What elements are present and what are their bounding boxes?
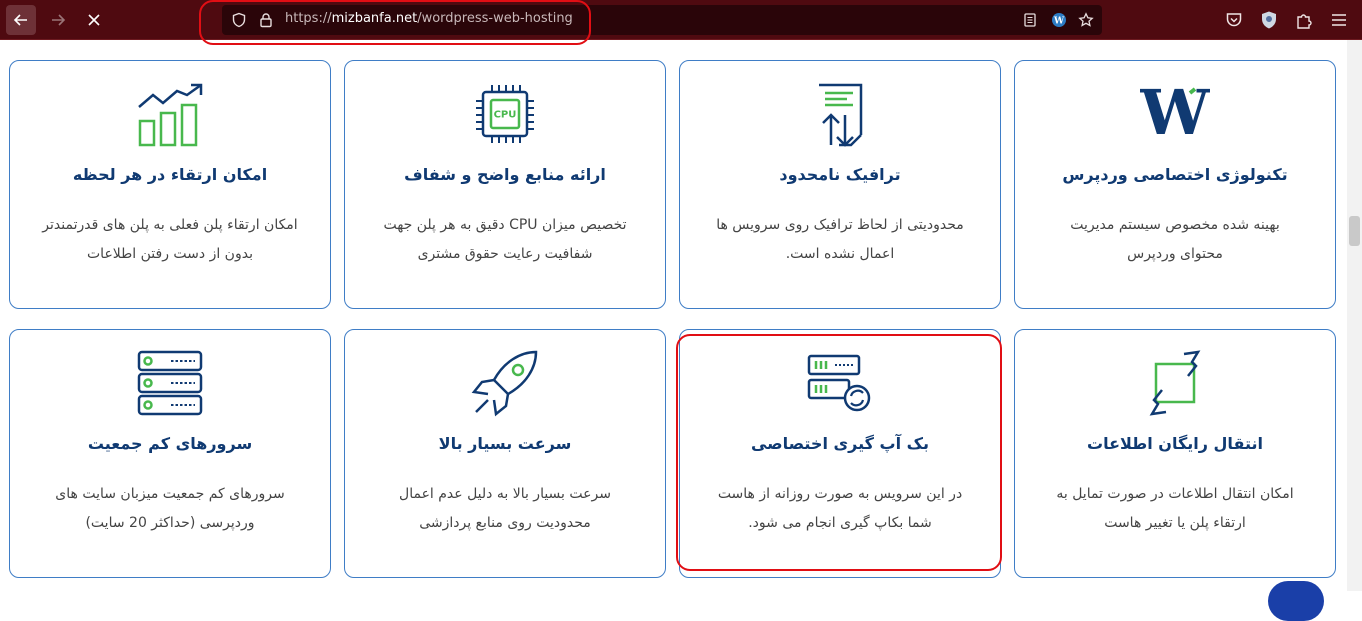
card-title: سرورهای کم جمعیت: [87, 434, 253, 453]
cpu-icon: CPU: [476, 85, 534, 143]
card-desc-line: تخصیص میزان CPU دقیق به هر پلن جهت: [383, 217, 627, 233]
bookmark-star-icon[interactable]: [1078, 12, 1094, 28]
back-button[interactable]: [6, 5, 36, 35]
card-description: سرعت بسیار بالا به دلیل عدم اعمال محدودیت…: [359, 480, 651, 538]
card-description: امکان انتقال اطلاعات در صورت تمایل به ارت…: [1029, 480, 1321, 538]
card-title: انتقال رایگان اطلاعات: [1087, 434, 1263, 453]
card-desc-line: محدودیت روی منابع پردازشی: [419, 515, 591, 531]
card-title: بک آپ گیری اختصاصی: [750, 434, 930, 453]
card-desc-line: در این سرویس به صورت روزانه از هاست: [717, 486, 963, 502]
rocket-icon: [471, 350, 538, 417]
reader-view-icon[interactable]: [1022, 12, 1038, 28]
feature-card-speed: سرعت بسیار بالا سرعت بسیار بالا به دلیل …: [344, 329, 666, 578]
backup-server-icon: [807, 354, 871, 412]
card-title: تکنولوژی اختصاصی وردپرس: [1062, 165, 1288, 184]
wordpress-extension-icon[interactable]: W: [1051, 12, 1067, 28]
card-description: محدودیتی از لحاظ ترافیک روی سرویس ها اعما…: [694, 211, 986, 269]
card-desc-line: امکان ارتقاء پلن فعلی به پلن های قدرتمند…: [42, 217, 298, 233]
url-host: mizbanfa.net: [331, 11, 418, 26]
shield-icon[interactable]: [231, 12, 247, 28]
cpu-label: CPU: [494, 110, 517, 121]
menu-icon[interactable]: [1330, 11, 1348, 29]
card-desc-line: ارتقاء پلن یا تغییر هاست: [1104, 515, 1246, 531]
feature-card-wordpress: W تکنولوژی اختصاصی وردپرس بهینه شده مخصو…: [1014, 60, 1336, 309]
arrow-right-icon: [52, 14, 66, 26]
card-description: تخصیص میزان CPU دقیق به هر پلن جهت شفافیت…: [359, 211, 651, 269]
card-description: سرورهای کم جمعیت میزبان سایت های وردپرسی …: [24, 480, 316, 538]
card-desc-line: بهینه شده مخصوص سیستم مدیریت: [1070, 217, 1280, 233]
card-title: سرعت بسیار بالا: [438, 434, 572, 453]
card-desc-line: شما بکاپ گیری انجام می شود.: [748, 515, 932, 531]
forward-button[interactable]: [43, 5, 73, 35]
card-description: در این سرویس به صورت روزانه از هاست شما ب…: [694, 480, 986, 538]
card-desc-line: وردپرسی (حداکثر 20 سایت): [85, 515, 255, 531]
card-desc-line: شفافیت رعایت حقوق مشتری: [417, 246, 593, 262]
feature-card-backup: بک آپ گیری اختصاصی در این سرویس به صورت …: [679, 329, 1001, 578]
close-icon: [88, 14, 100, 26]
privacy-badger-icon[interactable]: [1260, 10, 1278, 30]
feature-card-servers: سرورهای کم جمعیت سرورهای کم جمعیت میزبان…: [9, 329, 331, 578]
svg-text:W: W: [1140, 79, 1210, 149]
card-desc-line: سرورهای کم جمعیت میزبان سایت های: [55, 486, 285, 502]
card-description: بهینه شده مخصوص سیستم مدیریت محتوای وردپر…: [1029, 211, 1321, 269]
extensions-puzzle-icon[interactable]: [1295, 10, 1313, 30]
wordpress-icon: W: [1140, 79, 1210, 149]
svg-text:W: W: [1053, 17, 1065, 27]
card-desc-line: بدون از دست رفتن اطلاعات: [87, 246, 253, 262]
card-desc-line: محدودیتی از لحاظ ترافیک روی سرویس ها: [716, 217, 964, 233]
card-title: ارائه منابع واضح و شفاف: [404, 165, 606, 184]
url-scheme: https://: [285, 11, 332, 26]
browser-toolbar: https://mizbanfa.net/wordpress-web-hosti…: [0, 0, 1362, 40]
page-scrollbar[interactable]: [1347, 40, 1362, 591]
card-desc-line: اعمال نشده است.: [785, 246, 895, 262]
scrollbar-thumb[interactable]: [1349, 216, 1360, 246]
feature-card-transfer: انتقال رایگان اطلاعات امکان انتقال اطلاع…: [1014, 329, 1336, 578]
feature-card-traffic: ترافیک نامحدود محدودیتی از لحاظ ترافیک ر…: [679, 60, 1001, 309]
stop-button[interactable]: [79, 5, 109, 35]
feature-card-cpu: CPU ارائه منابع واضح و شفاف تخصیص میزان …: [344, 60, 666, 309]
url-text[interactable]: https://mizbanfa.net/wordpress-web-hosti…: [285, 11, 573, 26]
card-description: امکان ارتقاء پلن فعلی به پلن های قدرتمند…: [24, 211, 316, 269]
chat-widget-button[interactable]: [1268, 581, 1324, 621]
traffic-icon: [819, 83, 863, 147]
pocket-icon[interactable]: [1225, 11, 1243, 29]
arrow-left-icon: [13, 14, 27, 26]
server-stack-icon: [137, 350, 203, 416]
card-title: ترافیک نامحدود: [779, 165, 901, 184]
transfer-icon: [1149, 350, 1201, 416]
card-desc-line: سرعت بسیار بالا به دلیل عدم اعمال: [399, 486, 611, 502]
url-path: /wordpress-web-hosting: [417, 11, 573, 26]
card-desc-line: امکان انتقال اطلاعات در صورت تمایل به: [1056, 486, 1294, 502]
lock-icon[interactable]: [258, 12, 274, 28]
card-desc-line: محتوای وردپرس: [1127, 246, 1223, 262]
url-bar[interactable]: https://mizbanfa.net/wordpress-web-hosti…: [222, 5, 1102, 35]
growth-chart-icon: [138, 83, 203, 147]
card-title: امکان ارتقاء در هر لحظه: [72, 165, 268, 184]
feature-card-upgrade: امکان ارتقاء در هر لحظه امکان ارتقاء پلن…: [9, 60, 331, 309]
